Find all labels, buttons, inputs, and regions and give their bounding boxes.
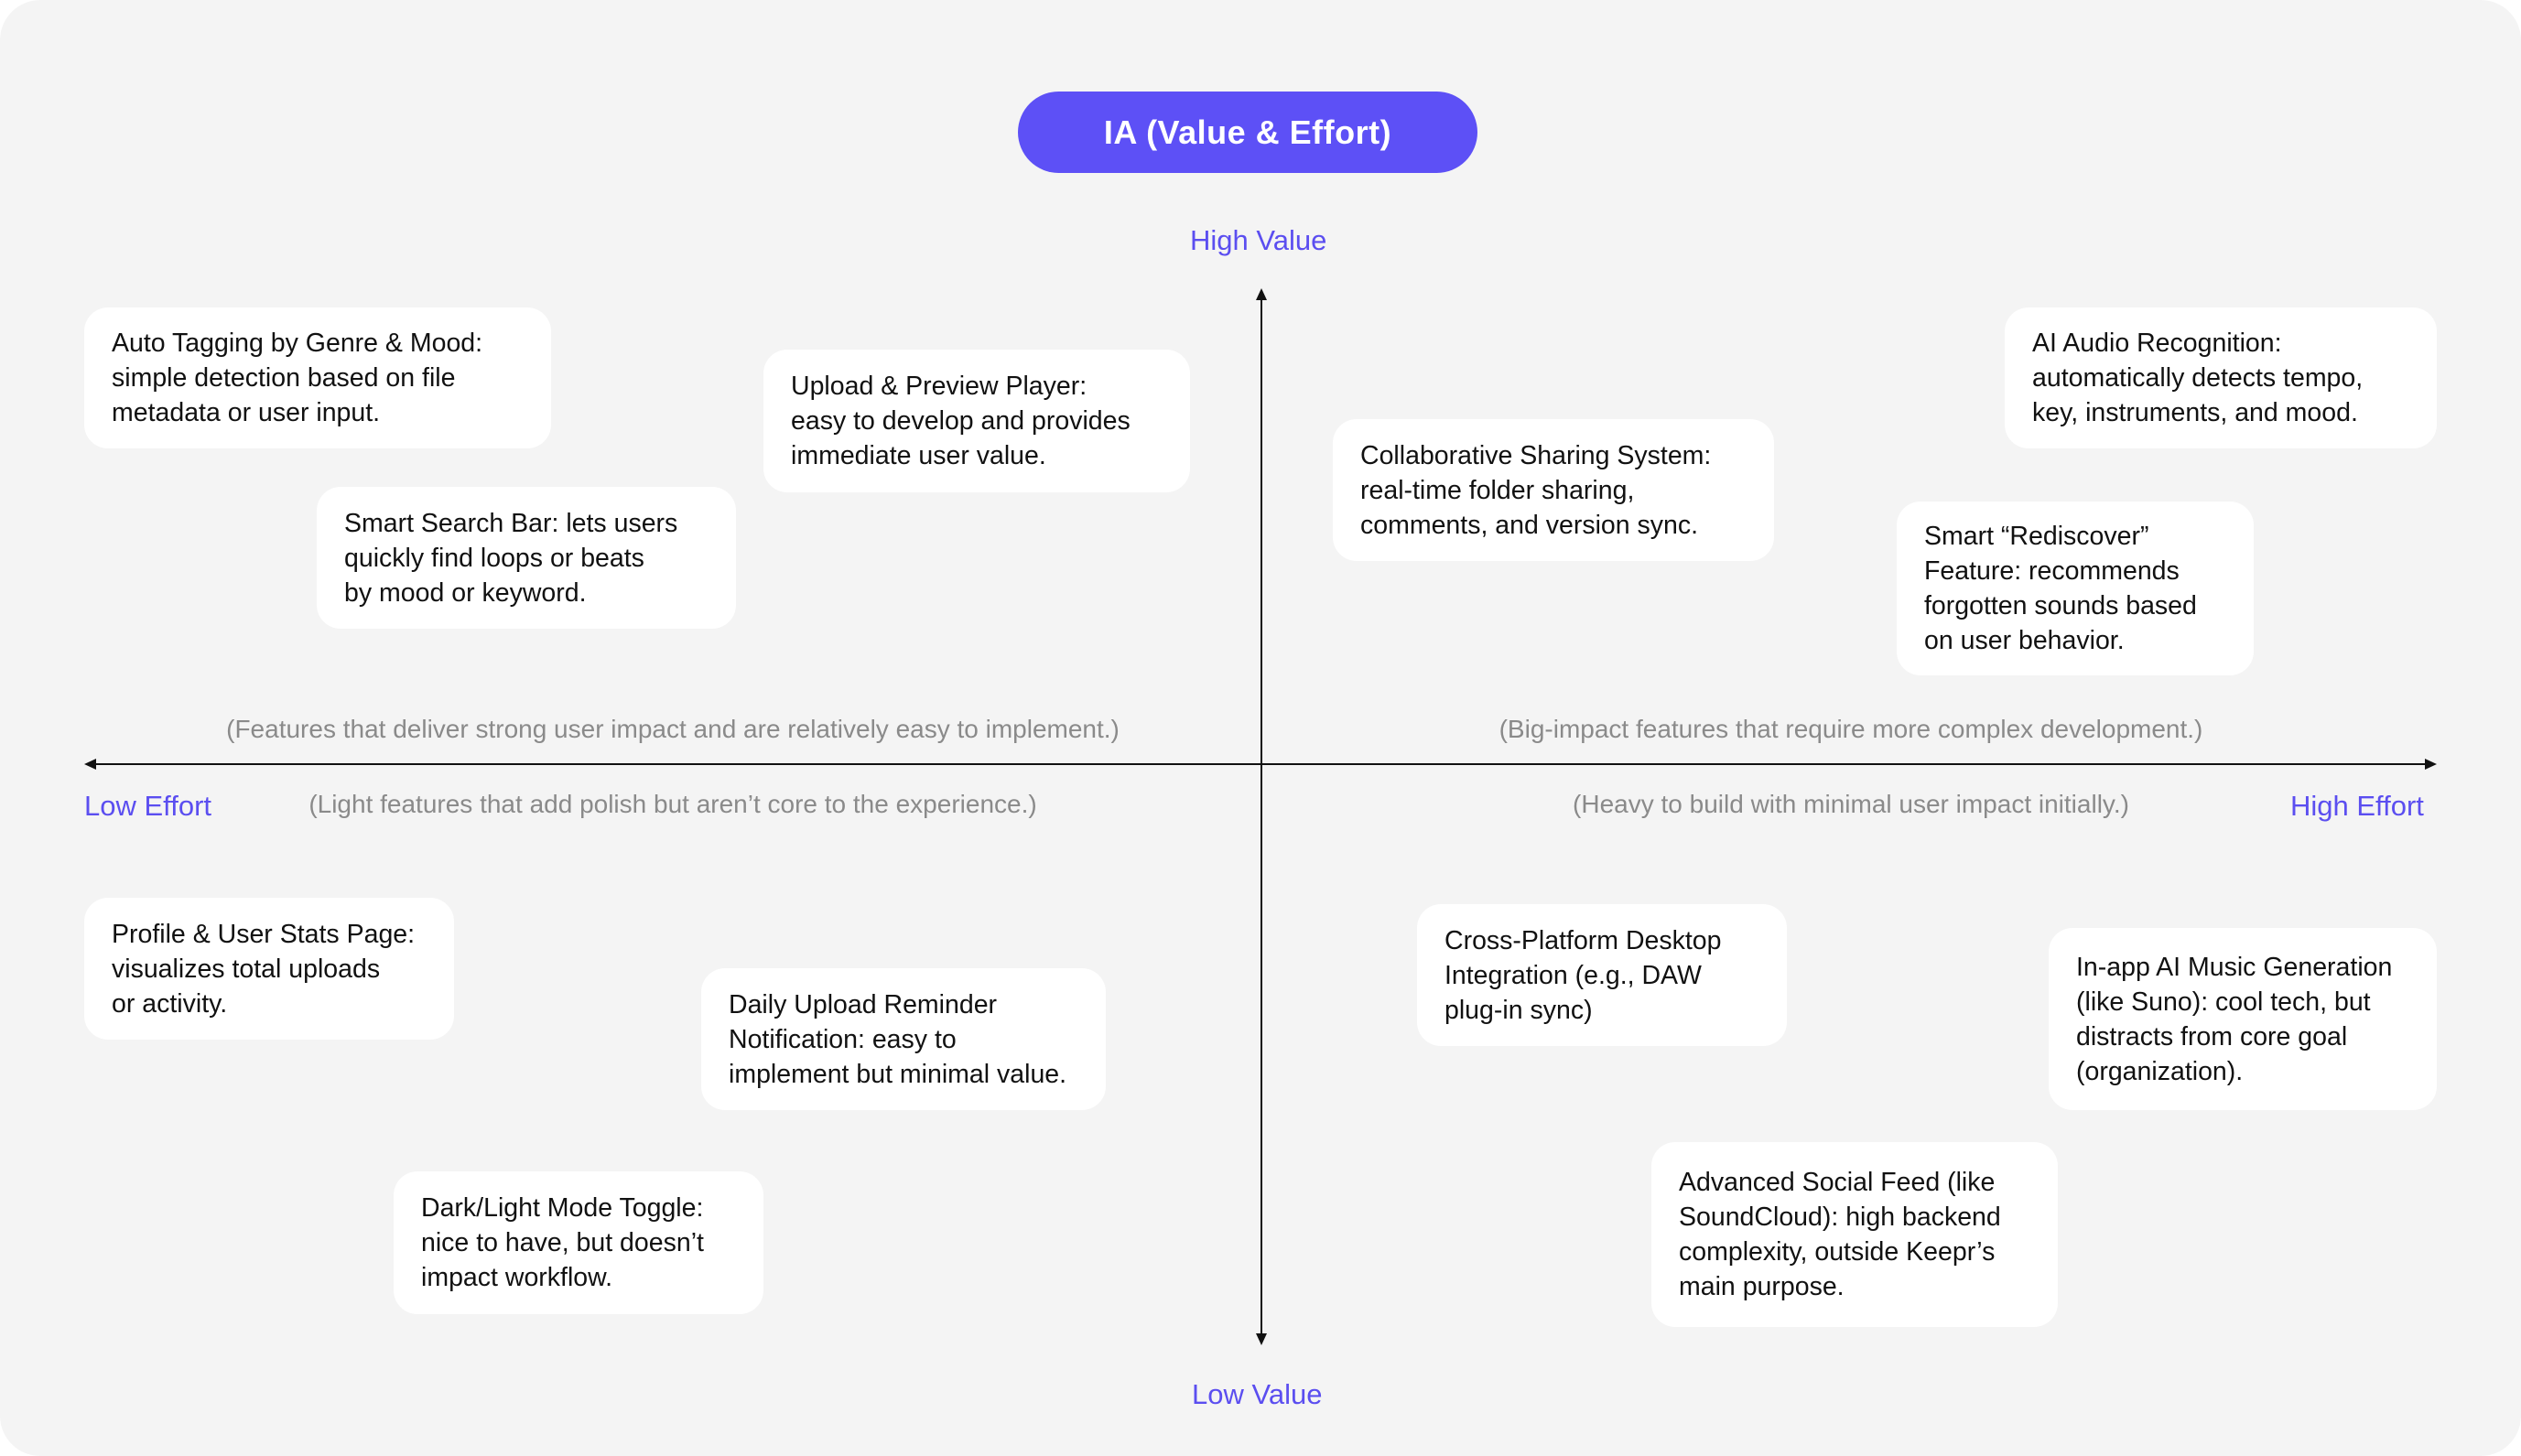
card-line: easy to develop and provides — [791, 406, 1131, 436]
feature-card-daily-reminder: Daily Upload Reminder Notification: easy… — [701, 968, 1106, 1110]
quadrant-note-top-left: (Features that deliver strong user impac… — [226, 715, 1120, 743]
card-line: implement but minimal value. — [729, 1059, 1067, 1089]
arrow-down-icon — [1256, 1333, 1267, 1345]
card-line: comments, and version sync. — [1360, 510, 1699, 540]
card-line: In-app AI Music Generation — [2076, 952, 2393, 982]
card-line: impact workflow. — [421, 1263, 613, 1292]
feature-card-dark-light-toggle: Dark/Light Mode Toggle: nice to have, bu… — [394, 1171, 763, 1314]
low-effort-label: Low Effort — [84, 790, 212, 822]
card-line: quickly find loops or beats — [344, 543, 644, 573]
card-line: Auto Tagging by Genre & Mood: — [112, 329, 483, 358]
card-line: complexity, outside Keepr’s — [1679, 1237, 1996, 1267]
card-line: metadata or user input. — [112, 398, 381, 427]
card-line: Integration (e.g., DAW — [1444, 960, 1702, 990]
quadrant-note-top-right: (Big-impact features that require more c… — [1499, 715, 2203, 743]
card-line: on user behavior. — [1924, 626, 2125, 655]
card-line: immediate user value. — [791, 441, 1046, 470]
feature-card-profile-stats: Profile & User Stats Page: visualizes to… — [84, 898, 454, 1040]
feature-card-smart-rediscover: Smart “Rediscover” Feature: recommends f… — [1897, 502, 2254, 675]
card-line: Smart Search Bar: lets users — [344, 508, 678, 538]
card-line: forgotten sounds based — [1924, 591, 2197, 620]
card-line: Notification: easy to — [729, 1024, 957, 1054]
card-line: (organization). — [2076, 1056, 2244, 1086]
card-line: key, instruments, and mood. — [2032, 398, 2358, 427]
card-line: plug-in sync) — [1444, 995, 1593, 1025]
card-line: AI Audio Recognition: — [2032, 329, 2282, 358]
card-line: Collaborative Sharing System: — [1360, 440, 1712, 470]
card-line: Daily Upload Reminder — [729, 989, 998, 1019]
card-line: or activity. — [112, 988, 228, 1019]
feature-card-auto-tagging: Auto Tagging by Genre & Mood: simple det… — [84, 307, 551, 448]
feature-card-ai-audio-recognition: AI Audio Recognition: automatically dete… — [2005, 307, 2437, 448]
card-line: Feature: recommends — [1924, 556, 2180, 586]
feature-card-social-feed: Advanced Social Feed (like SoundCloud): … — [1651, 1142, 2058, 1327]
high-value-label: High Value — [1190, 224, 1327, 256]
card-line: Advanced Social Feed (like — [1679, 1168, 1996, 1197]
card-line: (like Suno): cool tech, but — [2076, 987, 2371, 1017]
card-line: simple detection based on file — [112, 363, 456, 393]
card-line: Upload & Preview Player: — [791, 372, 1087, 401]
matrix-canvas: IA (Value & Effort) High Value Low Value… — [0, 0, 2521, 1456]
arrow-up-icon — [1256, 288, 1267, 300]
feature-card-smart-search: Smart Search Bar: lets users quickly fin… — [317, 487, 736, 629]
arrow-right-icon — [2425, 759, 2437, 770]
card-line: by mood or keyword. — [344, 577, 587, 608]
card-line: Profile & User Stats Page: — [112, 919, 416, 949]
feature-card-ai-music-generation: In-app AI Music Generation (like Suno): … — [2049, 928, 2437, 1110]
card-line: nice to have, but doesn’t — [421, 1228, 704, 1257]
card-line: distracts from core goal — [2076, 1021, 2348, 1052]
quadrant-note-bottom-right: (Heavy to build with minimal user impact… — [1573, 790, 2129, 818]
low-value-label: Low Value — [1192, 1378, 1323, 1410]
card-line: SoundCloud): high backend — [1679, 1203, 2001, 1232]
card-line: Smart “Rediscover” — [1924, 522, 2149, 551]
card-line: main purpose. — [1679, 1272, 1845, 1301]
card-line: visualizes total uploads — [112, 954, 381, 984]
card-line: Dark/Light Mode Toggle: — [421, 1193, 704, 1223]
quadrant-note-bottom-left: (Light features that add polish but aren… — [308, 790, 1037, 818]
arrow-left-icon — [84, 759, 96, 770]
page-title: IA (Value & Effort) — [1018, 92, 1477, 173]
card-line: Cross-Platform Desktop — [1444, 925, 1722, 955]
feature-card-collaborative-sharing: Collaborative Sharing System: real-time … — [1333, 419, 1774, 561]
feature-card-upload-preview: Upload & Preview Player: easy to develop… — [763, 350, 1190, 492]
feature-card-cross-platform: Cross-Platform Desktop Integration (e.g.… — [1417, 904, 1787, 1046]
card-line: automatically detects tempo, — [2032, 363, 2364, 393]
high-effort-label: High Effort — [2290, 790, 2424, 822]
card-line: real-time folder sharing, — [1360, 475, 1635, 505]
